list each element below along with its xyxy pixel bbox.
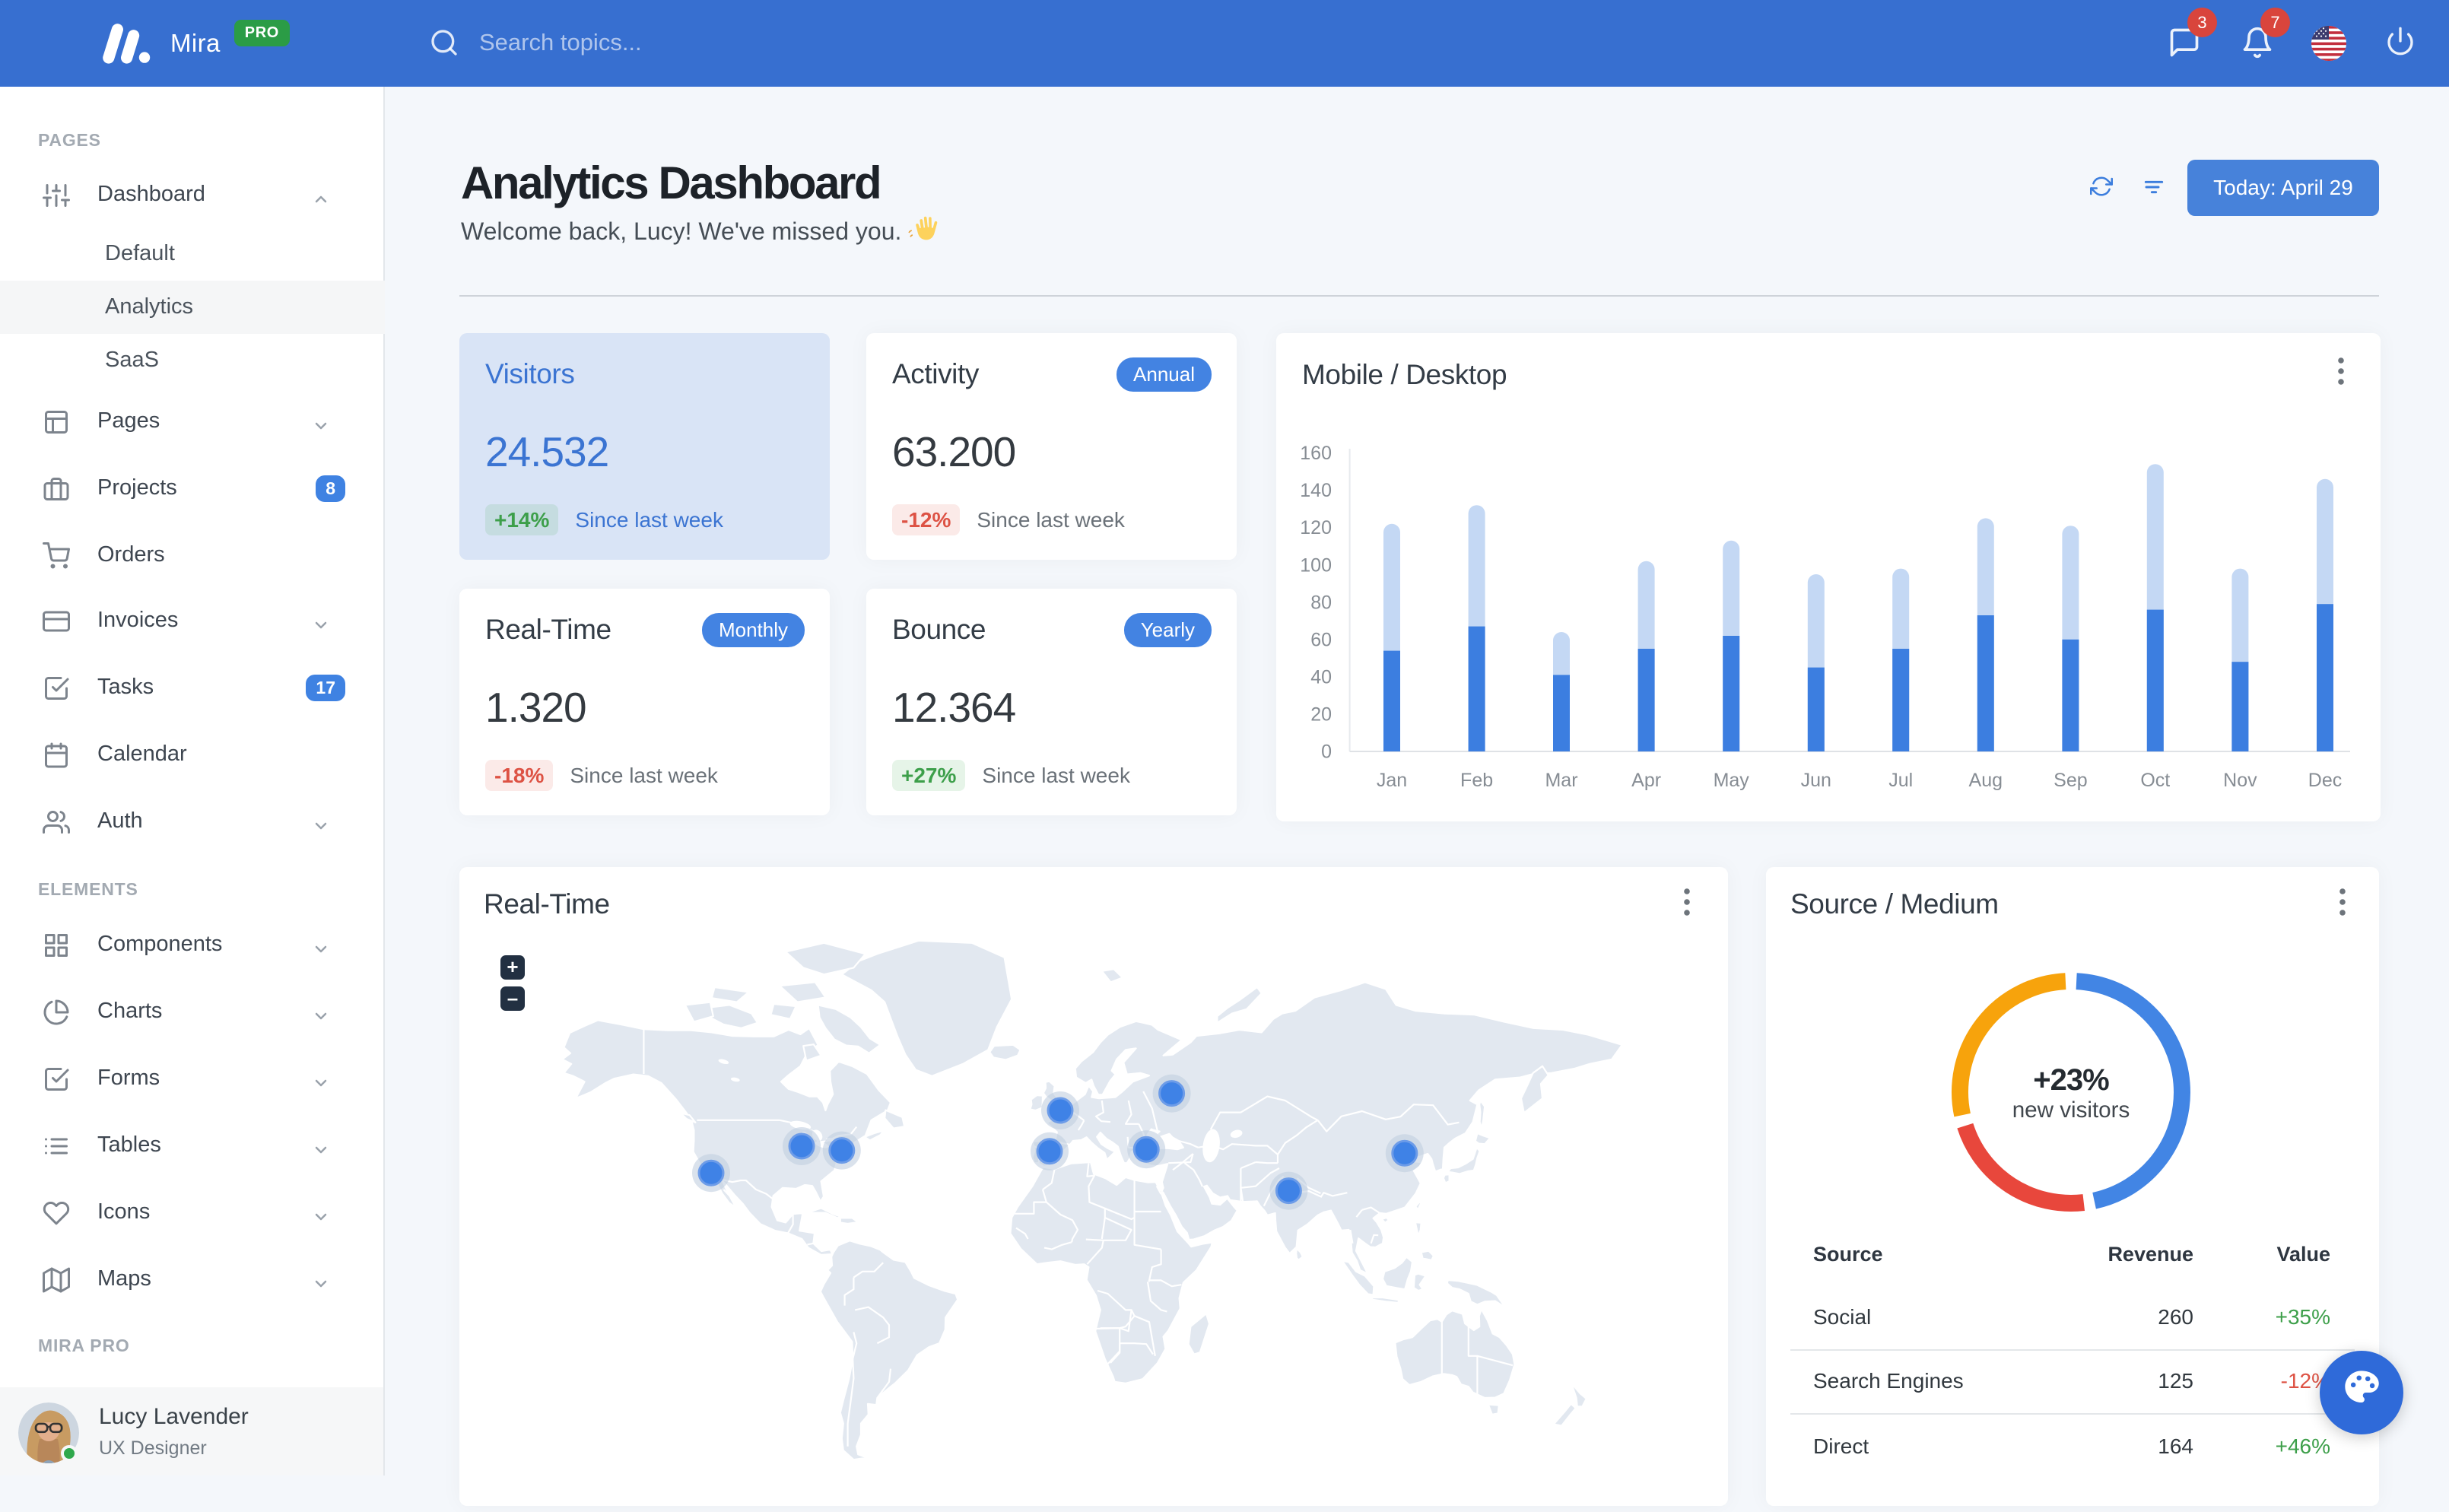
svg-text:60: 60 <box>1310 629 1332 650</box>
svg-text:May: May <box>1714 770 1750 791</box>
svg-text:0: 0 <box>1321 742 1332 763</box>
svg-text:Mar: Mar <box>1545 770 1577 791</box>
svg-text:Sep: Sep <box>2054 770 2087 791</box>
svg-text:Dec: Dec <box>2308 770 2342 791</box>
svg-text:20: 20 <box>1310 704 1332 726</box>
svg-text:80: 80 <box>1310 592 1332 613</box>
svg-text:Apr: Apr <box>1631 770 1661 791</box>
svg-text:140: 140 <box>1300 480 1332 501</box>
svg-text:Jan: Jan <box>1377 770 1407 791</box>
svg-text:+23%: +23% <box>2033 1063 2109 1097</box>
svg-text:Aug: Aug <box>1969 770 2003 791</box>
svg-text:160: 160 <box>1300 443 1332 464</box>
svg-text:Oct: Oct <box>2140 770 2170 791</box>
svg-text:120: 120 <box>1300 517 1332 538</box>
svg-text:Jun: Jun <box>1801 770 1831 791</box>
svg-text:100: 100 <box>1300 554 1332 576</box>
svg-text:Feb: Feb <box>1460 770 1493 791</box>
svg-text:new visitors: new visitors <box>2012 1097 2130 1123</box>
svg-text:Jul: Jul <box>1888 770 1913 791</box>
svg-text:40: 40 <box>1310 666 1332 688</box>
svg-text:Nov: Nov <box>2223 770 2257 791</box>
